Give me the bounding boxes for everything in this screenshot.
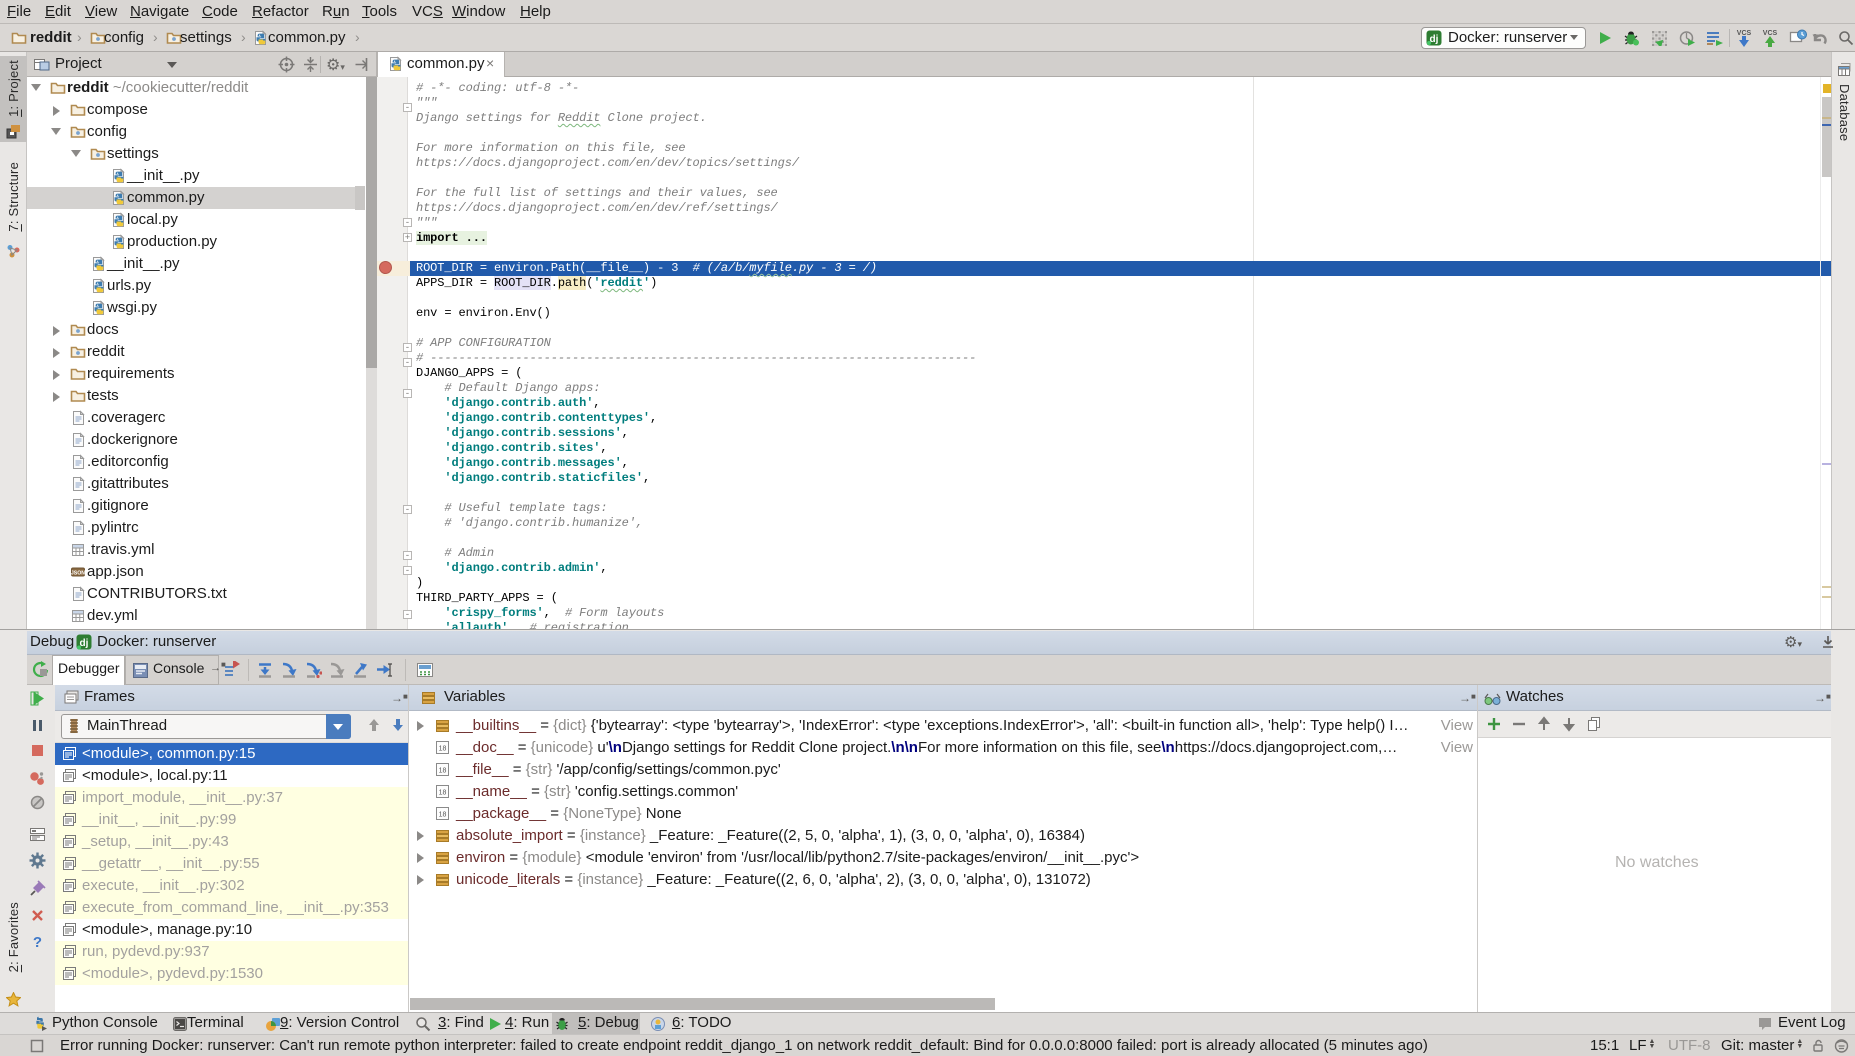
svg-text:18: 18 [439, 790, 447, 797]
svg-text:VCS: VCS [1737, 30, 1752, 37]
svg-text:18: 18 [439, 746, 447, 753]
svg-text:18: 18 [439, 768, 447, 775]
svg-text:18: 18 [439, 812, 447, 819]
svg-text:?: ? [33, 934, 42, 950]
svg-text:JSON: JSON [71, 571, 85, 577]
svg-text:VCS: VCS [1763, 30, 1778, 37]
